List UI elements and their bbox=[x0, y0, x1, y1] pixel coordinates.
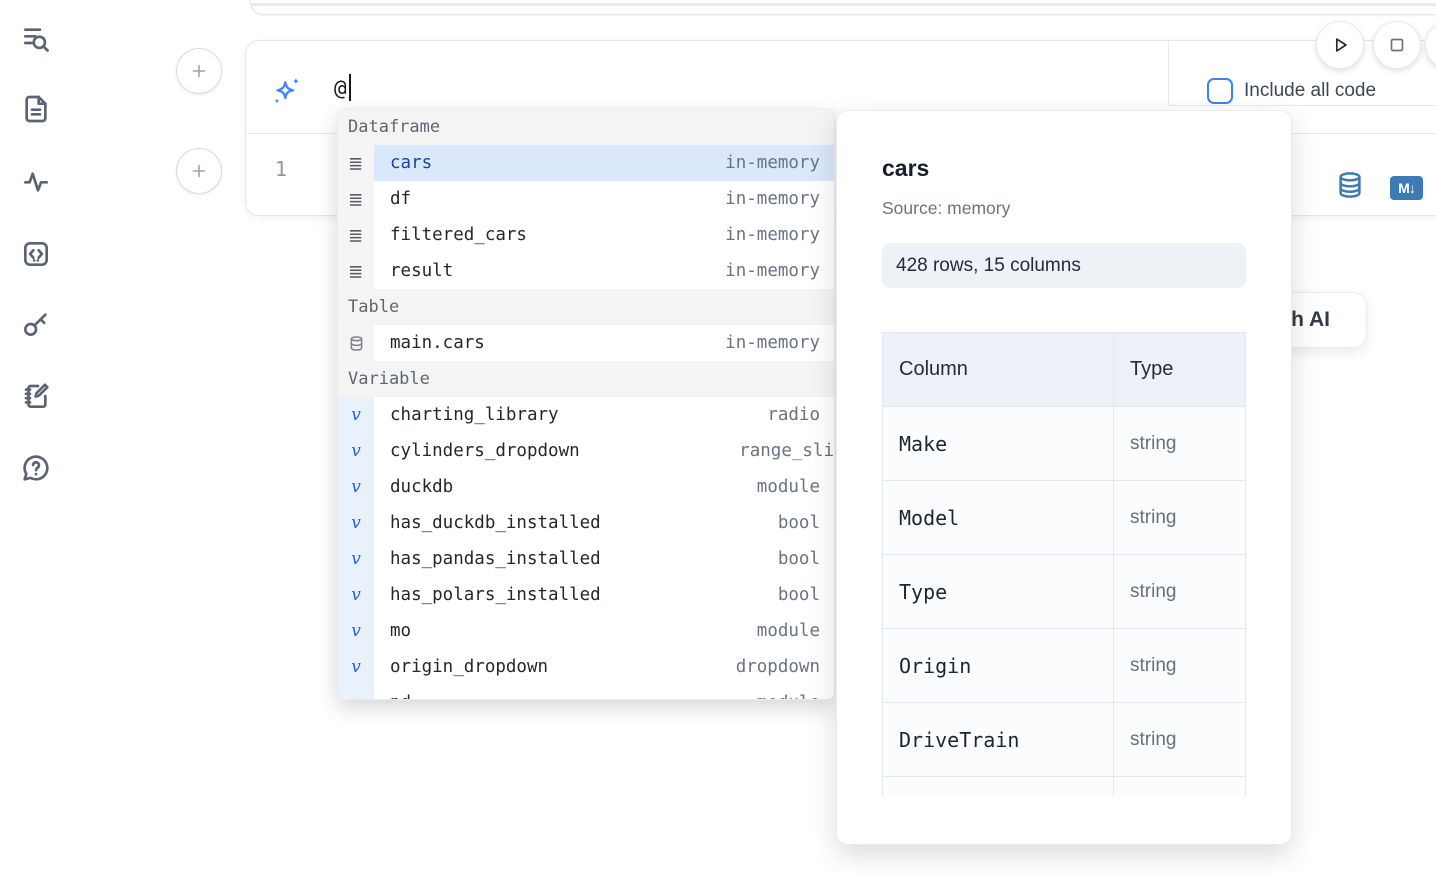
text-cursor bbox=[349, 74, 351, 101]
autocomplete-item-origin-dropdown[interactable]: v origin_dropdown dropdown bbox=[338, 649, 834, 685]
add-cell-above-button[interactable] bbox=[176, 48, 222, 94]
variable-icon: v bbox=[338, 397, 374, 433]
table-row bbox=[883, 777, 1246, 797]
autocomplete-popup: Dataframe cars in-memory df in-memory fi… bbox=[337, 108, 835, 700]
variable-icon: v bbox=[338, 469, 374, 505]
dataframe-preview-panel: cars Source: memory 428 rows, 15 columns… bbox=[836, 110, 1292, 845]
autocomplete-item-has-pandas-installed[interactable]: v has_pandas_installed bool bbox=[338, 541, 834, 577]
run-cell-button[interactable] bbox=[1316, 21, 1364, 69]
variable-icon: v bbox=[338, 577, 374, 613]
include-all-code-label: Include all code bbox=[1244, 78, 1376, 104]
table-row: Make string bbox=[883, 407, 1246, 481]
section-header-dataframe: Dataframe bbox=[338, 109, 834, 145]
autocomplete-item-has-polars-installed[interactable]: v has_polars_installed bool bbox=[338, 577, 834, 613]
table-row: Type string bbox=[883, 555, 1246, 629]
previous-cell-bottom-edge bbox=[250, 0, 1436, 15]
include-all-code-checkbox[interactable] bbox=[1207, 78, 1233, 104]
stop-button[interactable] bbox=[1373, 21, 1421, 69]
list-search-icon[interactable] bbox=[20, 23, 52, 55]
variable-icon: v bbox=[338, 613, 374, 649]
help-icon[interactable] bbox=[20, 452, 52, 484]
autocomplete-item-has-duckdb-installed[interactable]: v has_duckdb_installed bool bbox=[338, 505, 834, 541]
table-row: Origin string bbox=[883, 629, 1246, 703]
dataframe-icon bbox=[338, 217, 374, 253]
variable-icon: v bbox=[338, 541, 374, 577]
variable-icon: v bbox=[338, 505, 374, 541]
markdown-icon[interactable]: M↓ bbox=[1390, 176, 1423, 200]
ai-sparkles-icon bbox=[271, 75, 303, 107]
key-icon[interactable] bbox=[20, 308, 52, 340]
column-header: Column bbox=[883, 333, 1114, 407]
line-number: 1 bbox=[270, 157, 292, 181]
database-icon[interactable] bbox=[1335, 170, 1365, 200]
add-cell-below-button[interactable] bbox=[176, 148, 222, 194]
type-header: Type bbox=[1114, 333, 1246, 407]
autocomplete-item-duckdb[interactable]: v duckdb module bbox=[338, 469, 834, 505]
code-snippets-icon[interactable] bbox=[20, 238, 52, 270]
variable-icon: v bbox=[338, 685, 374, 700]
variable-icon: v bbox=[338, 649, 374, 685]
panel-title: cars bbox=[882, 155, 1291, 182]
autocomplete-item-cars[interactable]: cars in-memory bbox=[338, 145, 834, 181]
section-header-table: Table bbox=[338, 289, 834, 325]
ai-prompt-value: @ bbox=[334, 76, 347, 100]
table-database-icon bbox=[338, 325, 374, 361]
autocomplete-item-mo[interactable]: v mo module bbox=[338, 613, 834, 649]
variable-icon: v bbox=[338, 433, 374, 469]
generate-with-ai-label: h AI bbox=[1291, 308, 1330, 332]
schema-table: Column Type Make string Model string Typ… bbox=[882, 332, 1246, 797]
table-row: DriveTrain string bbox=[883, 703, 1246, 777]
autocomplete-item-filtered-cars[interactable]: filtered_cars in-memory bbox=[338, 217, 834, 253]
activity-icon[interactable] bbox=[20, 165, 52, 197]
file-text-icon[interactable] bbox=[20, 93, 52, 125]
marimo-notebook: @ Include all code 1 M↓ h AI Dataframe c… bbox=[0, 0, 1436, 874]
autocomplete-item-cylinders-dropdown[interactable]: v cylinders_dropdown range_sli bbox=[338, 433, 834, 469]
dataframe-icon bbox=[338, 181, 374, 217]
autocomplete-item-charting-library[interactable]: v charting_library radio bbox=[338, 397, 834, 433]
dataframe-icon bbox=[338, 253, 374, 289]
panel-source: Source: memory bbox=[882, 198, 1291, 219]
autocomplete-item-df[interactable]: df in-memory bbox=[338, 181, 834, 217]
table-row: Model string bbox=[883, 481, 1246, 555]
autocomplete-item-partial[interactable]: v pd module bbox=[338, 685, 834, 700]
section-header-variable: Variable bbox=[338, 361, 834, 397]
dataframe-icon bbox=[338, 145, 374, 181]
autocomplete-item-main-cars[interactable]: main.cars in-memory bbox=[338, 325, 834, 361]
panel-shape-badge: 428 rows, 15 columns bbox=[882, 243, 1246, 288]
ai-prompt-input[interactable]: @ bbox=[334, 74, 351, 101]
scratchpad-icon[interactable] bbox=[20, 380, 52, 412]
schema-table-header: Column Type bbox=[883, 333, 1246, 407]
autocomplete-item-result[interactable]: result in-memory bbox=[338, 253, 834, 289]
